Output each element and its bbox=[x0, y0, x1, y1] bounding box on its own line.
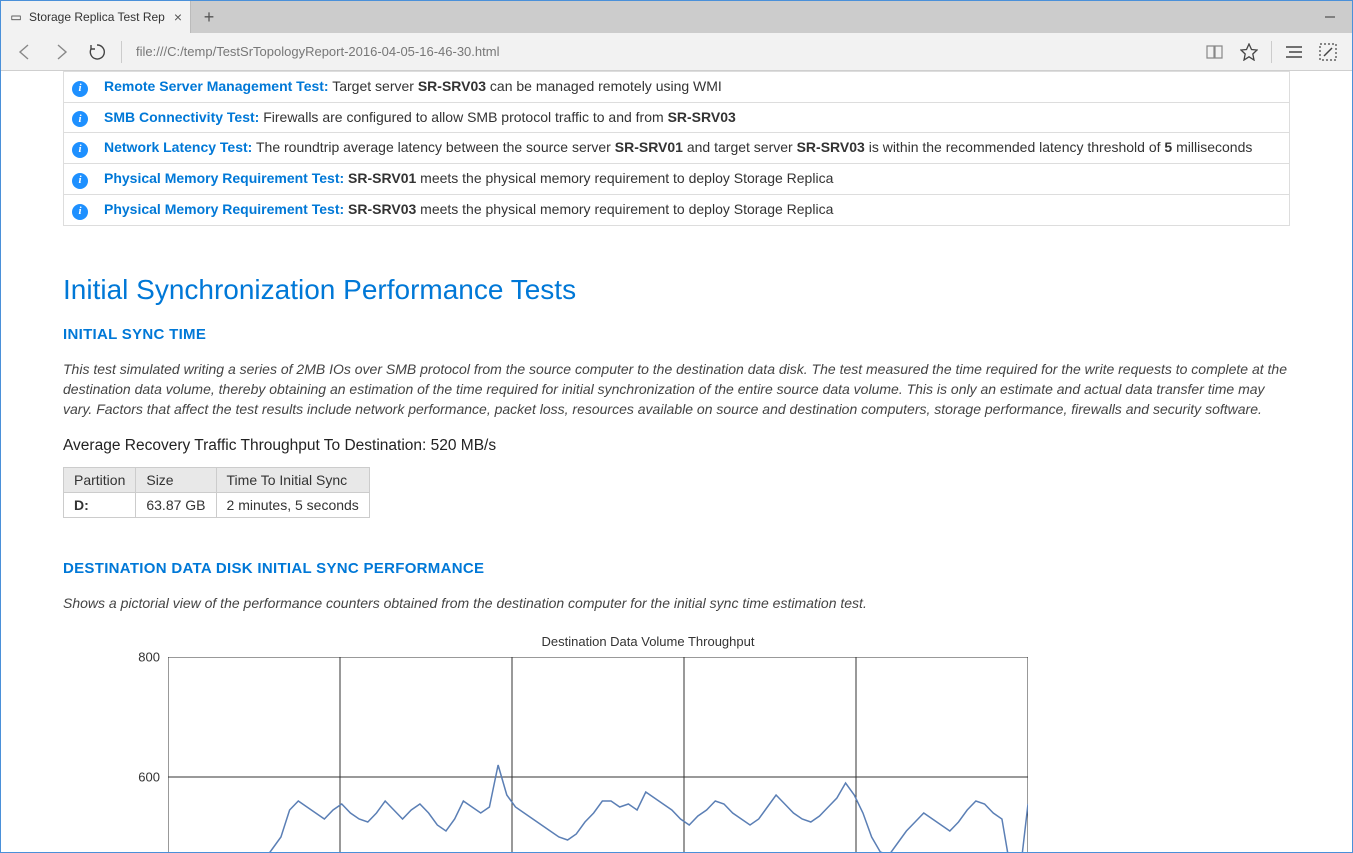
close-tab-icon[interactable]: × bbox=[174, 9, 182, 25]
test-message: Network Latency Test: The roundtrip aver… bbox=[96, 133, 1290, 164]
table-row: D: 63.87 GB 2 minutes, 5 seconds bbox=[64, 493, 370, 518]
throughput-chart bbox=[168, 657, 1028, 852]
page-content[interactable]: i Remote Server Management Test: Target s… bbox=[1, 71, 1352, 852]
initial-sync-table: Partition Size Time To Initial Sync D: 6… bbox=[63, 467, 370, 518]
book-icon bbox=[1206, 44, 1224, 60]
chart-title: Destination Data Volume Throughput bbox=[168, 634, 1128, 649]
info-icon: i bbox=[72, 173, 88, 189]
favorites-button[interactable] bbox=[1233, 36, 1265, 68]
tab-title: Storage Replica Test Rep bbox=[29, 10, 168, 24]
window-titlebar: ▭ Storage Replica Test Rep × + bbox=[1, 1, 1352, 33]
section-description: This test simulated writing a series of … bbox=[63, 359, 1290, 420]
test-message: Physical Memory Requirement Test: SR-SRV… bbox=[96, 164, 1290, 195]
table-header: Size bbox=[136, 468, 216, 493]
section-description: Shows a pictorial view of the performanc… bbox=[63, 593, 1290, 613]
forward-button[interactable] bbox=[45, 36, 77, 68]
toolbar-divider bbox=[121, 41, 122, 63]
reading-view-button[interactable] bbox=[1199, 36, 1231, 68]
test-row: i Remote Server Management Test: Target s… bbox=[64, 72, 1290, 103]
test-row: i Physical Memory Requirement Test: SR-SR… bbox=[64, 194, 1290, 225]
new-tab-button[interactable]: + bbox=[191, 1, 227, 33]
info-icon: i bbox=[72, 111, 88, 127]
test-icon-cell: i bbox=[64, 194, 97, 225]
chart-container: 800 600 bbox=[168, 657, 1290, 852]
test-message: SMB Connectivity Test: Firewalls are con… bbox=[96, 102, 1290, 133]
back-button[interactable] bbox=[9, 36, 41, 68]
test-row: i Network Latency Test: The roundtrip ave… bbox=[64, 133, 1290, 164]
test-message: Physical Memory Requirement Test: SR-SRV… bbox=[96, 194, 1290, 225]
test-row: i SMB Connectivity Test: Firewalls are co… bbox=[64, 102, 1290, 133]
table-header: Partition bbox=[64, 468, 136, 493]
throughput-label: Average Recovery Traffic Throughput To D… bbox=[63, 437, 431, 454]
subsection-heading: INITIAL SYNC TIME bbox=[63, 326, 1290, 343]
throughput-value: 520 MB/s bbox=[431, 437, 496, 454]
refresh-button[interactable] bbox=[81, 36, 113, 68]
table-cell: 2 minutes, 5 seconds bbox=[216, 493, 369, 518]
forward-arrow-icon bbox=[52, 43, 70, 61]
table-header: Time To Initial Sync bbox=[216, 468, 369, 493]
star-icon bbox=[1240, 43, 1258, 61]
table-cell: D: bbox=[64, 493, 136, 518]
address-bar[interactable]: file:///C:/temp/TestSrTopologyReport-201… bbox=[130, 44, 1195, 59]
refresh-icon bbox=[88, 43, 106, 61]
test-icon-cell: i bbox=[64, 102, 97, 133]
minimize-button[interactable] bbox=[1307, 1, 1352, 33]
browser-tab[interactable]: ▭ Storage Replica Test Rep × bbox=[1, 1, 191, 33]
pen-icon bbox=[1319, 43, 1337, 61]
y-tick-label: 600 bbox=[138, 769, 160, 784]
subsection-heading: DESTINATION DATA DISK INITIAL SYNC PERFO… bbox=[63, 560, 1290, 577]
page-icon: ▭ bbox=[9, 10, 23, 24]
test-icon-cell: i bbox=[64, 164, 97, 195]
section-heading: Initial Synchronization Performance Test… bbox=[63, 274, 1290, 306]
toolbar-divider bbox=[1271, 41, 1272, 63]
browser-toolbar: file:///C:/temp/TestSrTopologyReport-201… bbox=[1, 33, 1352, 71]
hub-icon bbox=[1285, 45, 1303, 59]
minimize-icon bbox=[1325, 12, 1335, 22]
y-tick-label: 800 bbox=[138, 649, 160, 664]
hub-button[interactable] bbox=[1278, 36, 1310, 68]
test-message: Remote Server Management Test: Target se… bbox=[96, 72, 1290, 103]
webnote-button[interactable] bbox=[1312, 36, 1344, 68]
test-icon-cell: i bbox=[64, 133, 97, 164]
back-arrow-icon bbox=[16, 43, 34, 61]
test-icon-cell: i bbox=[64, 72, 97, 103]
test-row: i Physical Memory Requirement Test: SR-SR… bbox=[64, 164, 1290, 195]
table-cell: 63.87 GB bbox=[136, 493, 216, 518]
requirements-test-table: i Remote Server Management Test: Target s… bbox=[63, 71, 1290, 226]
info-icon: i bbox=[72, 142, 88, 158]
throughput-line: Average Recovery Traffic Throughput To D… bbox=[63, 437, 1290, 455]
info-icon: i bbox=[72, 81, 88, 97]
info-icon: i bbox=[72, 204, 88, 220]
